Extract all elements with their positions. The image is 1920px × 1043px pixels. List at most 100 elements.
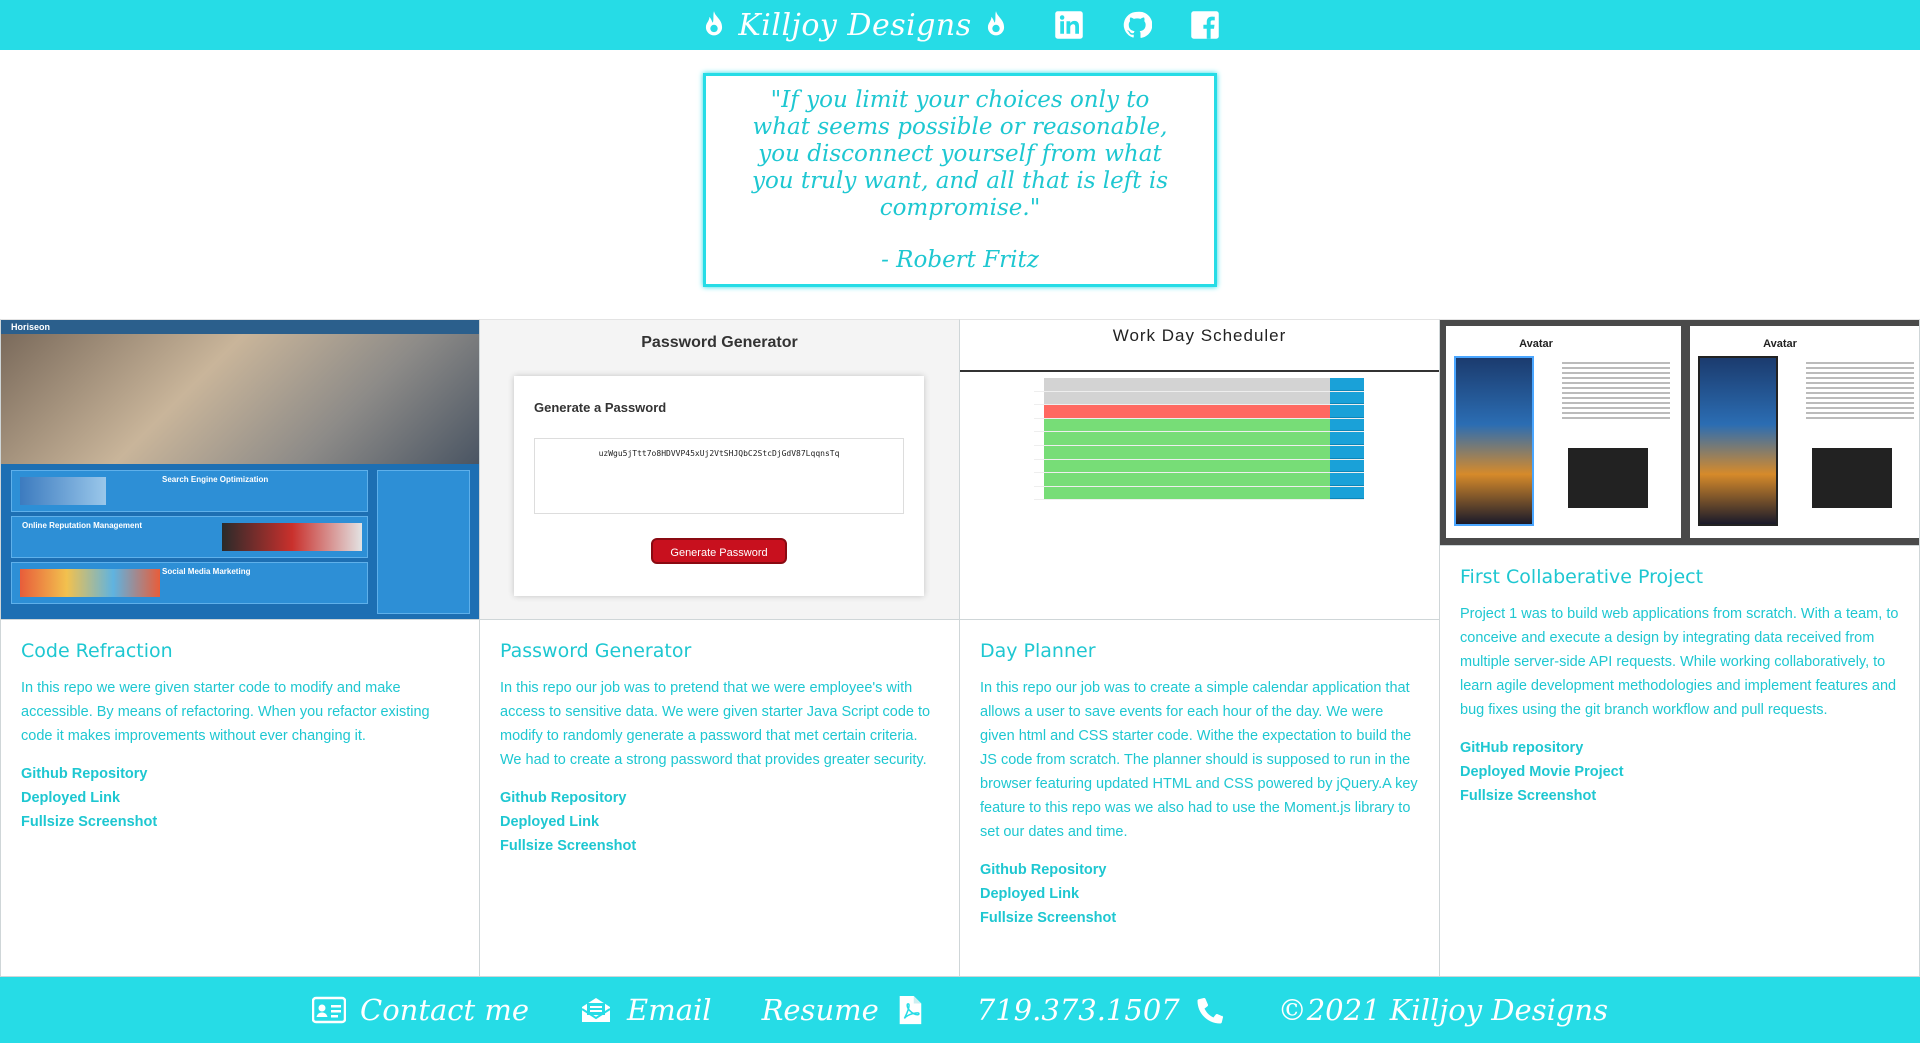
pdf-file-icon: [899, 995, 922, 1025]
fullsize-screenshot-link[interactable]: Fullsize Screenshot: [1460, 784, 1899, 808]
preview-divider: [960, 370, 1439, 372]
preview-event-field: [1044, 405, 1330, 418]
resume-button[interactable]: Resume: [762, 993, 927, 1027]
top-nav-bar: Killjoy Designs: [0, 0, 1920, 50]
preview-hour-label: [1034, 473, 1044, 486]
brand[interactable]: Killjoy Designs: [700, 8, 1009, 43]
copyright-text: ©2021 Killjoy Designs: [1278, 993, 1608, 1027]
email-button[interactable]: Email: [579, 993, 712, 1027]
preview-password-box: uzWgu5jTtt7o8HDVVP45xUj2VtSHJQbC2StcDjGd…: [534, 438, 904, 514]
project-body: Password Generator In this repo our job …: [480, 620, 959, 858]
phone-button[interactable]: 719.373.1507: [977, 993, 1228, 1027]
fullsize-screenshot-link[interactable]: Fullsize Screenshot: [500, 834, 939, 858]
preview-timeblock-row: [1034, 486, 1364, 501]
envelope-icon: [581, 998, 611, 1022]
project-description: In this repo our job was to pretend that…: [500, 680, 931, 768]
github-icon: [1123, 11, 1152, 38]
preview-text: [1562, 362, 1670, 422]
github-repository-link[interactable]: Github Repository: [500, 786, 939, 810]
quote-box: "If you limit your choices only to what …: [703, 73, 1217, 287]
preview-save-button: [1330, 432, 1364, 445]
project-title: First Collaberative Project: [1460, 566, 1704, 588]
project-screenshot[interactable]: Password Generator Generate a Password u…: [480, 320, 959, 620]
deployed-link[interactable]: Deployed Link: [980, 882, 1419, 906]
social-links: [1054, 10, 1220, 40]
preview-timeblock-row: [1034, 378, 1364, 392]
preview-thumb: [20, 477, 106, 505]
deployed-movie-project-link[interactable]: Deployed Movie Project: [1460, 760, 1899, 784]
preview-timeblock-row: [1034, 445, 1364, 460]
email-label: Email: [627, 993, 712, 1027]
project-description: Project 1 was to build web applications …: [1460, 606, 1899, 718]
preview-nav: Horiseon: [1, 320, 479, 334]
project-screenshot[interactable]: Work Day Scheduler: [960, 320, 1439, 620]
preview-heading: Generate a Password: [534, 400, 667, 415]
project-screenshot[interactable]: Horiseon Search Engine Optimization Onli…: [1, 320, 479, 620]
facebook-link[interactable]: [1190, 10, 1220, 40]
preview-hour-label: [1034, 392, 1044, 405]
preview-hour-label: [1034, 487, 1044, 500]
brand-name: Killjoy Designs: [738, 7, 972, 43]
preview-video: [1568, 448, 1648, 508]
github-repository-link[interactable]: Github Repository: [980, 858, 1419, 882]
preview-page: Avatar: [1690, 326, 1919, 538]
preview-panel: Generate a Password uzWgu5jTtt7o8HDVVP45…: [514, 376, 924, 596]
preview-section-title: Search Engine Optimization: [162, 475, 269, 484]
preview-timeblocks: [1034, 378, 1364, 501]
github-repository-link[interactable]: GitHub repository: [1460, 736, 1899, 760]
project-links: Github Repository Deployed Link Fullsize…: [980, 858, 1419, 930]
project-title: Day Planner: [980, 640, 1096, 662]
preview-event-field: [1044, 459, 1330, 473]
preview-hour-label: [1034, 405, 1044, 418]
github-repository-link[interactable]: Github Repository: [21, 762, 459, 786]
project-links: GitHub repository Deployed Movie Project…: [1460, 736, 1899, 808]
preview-generate-button: Generate Password: [651, 538, 787, 564]
fullsize-screenshot-link[interactable]: Fullsize Screenshot: [21, 810, 459, 834]
project-body: Day Planner In this repo our job was to …: [960, 620, 1439, 930]
password-generator-preview: Password Generator Generate a Password u…: [480, 320, 959, 619]
preview-hour-label: [1034, 446, 1044, 459]
contact-me-button[interactable]: Contact me: [312, 993, 529, 1027]
preview-save-button: [1330, 405, 1364, 418]
preview-timeblock-row: [1034, 418, 1364, 433]
preview-title: Work Day Scheduler: [1112, 326, 1287, 345]
horiseon-preview: Horiseon Search Engine Optimization Onli…: [1, 320, 479, 619]
contact-card-icon: [312, 996, 346, 1024]
preview-timeblock-row: [1034, 405, 1364, 419]
preview-hour-label: [1034, 419, 1044, 432]
project-screenshot[interactable]: Avatar Avatar: [1440, 320, 1919, 546]
deployed-link[interactable]: Deployed Link: [500, 810, 939, 834]
preview-event-field: [1044, 391, 1330, 405]
preview-text: [1806, 362, 1914, 422]
quote-author: - Robert Fritz: [881, 246, 1039, 273]
quote-text: "If you limit your choices only to what …: [751, 86, 1169, 221]
preview-thumb: [20, 569, 160, 597]
copyright-label: ©2021 Killjoy Designs: [1277, 993, 1608, 1027]
project-description: In this repo our job was to create a sim…: [980, 680, 1418, 840]
preview-thumb: [222, 523, 362, 551]
project-description: In this repo we were given starter code …: [21, 680, 430, 744]
scheduler-preview: Work Day Scheduler: [960, 320, 1439, 619]
preview-section: Social Media Marketing: [11, 562, 368, 604]
preview-save-button: [1330, 391, 1364, 405]
preview-save-button: [1330, 459, 1364, 473]
project-body: Code Refraction In this repo we were giv…: [1, 620, 479, 834]
linkedin-link[interactable]: [1054, 10, 1084, 40]
flame-icon: [706, 11, 723, 36]
github-link[interactable]: [1122, 10, 1152, 40]
preview-section-title: Online Reputation Management: [22, 521, 143, 530]
preview-section: Search Engine Optimization: [11, 470, 368, 512]
preview-save-button: [1330, 473, 1364, 486]
footer-bar: Contact me Email Resume 719.373.1507 ©20…: [0, 977, 1920, 1043]
preview-page-title: Avatar: [1519, 338, 1553, 350]
deployed-link[interactable]: Deployed Link: [21, 786, 459, 810]
preview-event-field: [1044, 378, 1330, 391]
preview-event-field: [1044, 445, 1330, 459]
flame-icon: [987, 11, 1004, 36]
preview-timeblock-row: [1034, 432, 1364, 446]
project-title: Code Refraction: [21, 640, 173, 662]
project-body: First Collaberative Project Project 1 wa…: [1440, 546, 1919, 808]
fullsize-screenshot-link[interactable]: Fullsize Screenshot: [980, 906, 1419, 930]
preview-event-field: [1044, 473, 1330, 486]
preview-hour-label: [1034, 460, 1044, 473]
